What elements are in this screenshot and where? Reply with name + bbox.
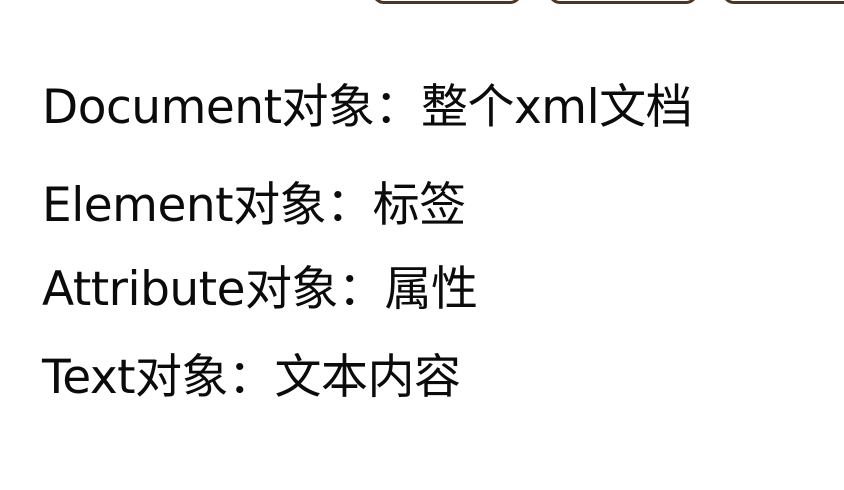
document-object-line: Document对象：整个xml文档 xyxy=(42,80,693,135)
top-tab-1[interactable] xyxy=(372,0,522,4)
slide-page: Document对象：整个xml文档 Element对象：标签 Attribut… xyxy=(0,0,844,490)
attribute-object-line: Attribute对象：属性 xyxy=(42,262,478,317)
top-tab-bar xyxy=(0,0,844,6)
top-tab-3[interactable] xyxy=(722,0,844,4)
element-object-line: Element对象：标签 xyxy=(42,178,466,233)
top-tab-2[interactable] xyxy=(548,0,698,4)
text-object-line: Text对象：文本内容 xyxy=(42,350,461,405)
